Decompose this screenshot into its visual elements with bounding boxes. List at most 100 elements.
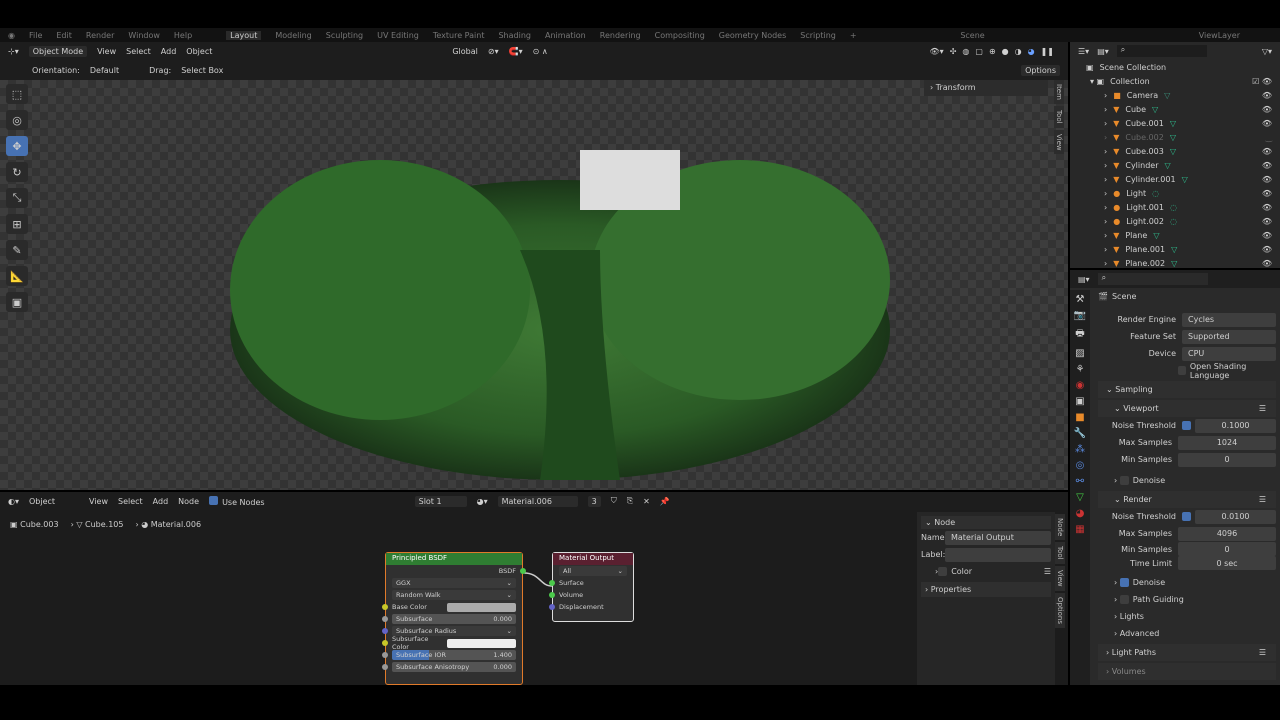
node-name-field[interactable]: Material Output [945,530,1051,545]
vp-noise-threshold-checkbox[interactable] [1182,421,1191,430]
outliner-item[interactable]: › ▼ Cylinder.001 ▽ 👁 [1070,172,1280,186]
display-mode-icon[interactable]: ☰▾ [1078,47,1089,56]
light-paths-panel[interactable]: › Light Paths ☰ [1098,644,1276,661]
outliner-item[interactable]: › ▼ Cylinder ▽ 👁 [1070,158,1280,172]
vp-min-samples-field[interactable]: 0 [1178,452,1276,467]
outliner-item[interactable]: › ● Light.001 ◌ 👁 [1070,200,1280,214]
outliner-item[interactable]: › ▼ Plane.001 ▽ 👁 [1070,242,1280,256]
expand-icon[interactable]: › [1104,259,1107,268]
outliner-item[interactable]: › ● Light.002 ◌ 👁 [1070,214,1280,228]
tab-view[interactable]: View [1055,565,1065,591]
expand-icon[interactable]: › [1104,161,1107,170]
filter-icon[interactable]: ▽▾ [1262,47,1272,56]
constraints-tab-icon[interactable]: ⚯ [1076,476,1084,487]
vp-noise-threshold-field[interactable]: 0.1000 [1195,418,1276,433]
expand-icon[interactable]: › [1104,105,1107,114]
properties-section[interactable]: › Properties [921,582,1051,597]
distribution-select[interactable]: GGX ⌄ [392,578,516,588]
material-tab-icon[interactable]: ◕ [1076,508,1085,519]
principled-bsdf-node[interactable]: Principled BSDF BSDF GGX ⌄ Random Walk ⌄ B… [382,552,526,685]
view-layer-tab-icon[interactable]: ▨ [1075,348,1084,359]
visibility-toggle-icon[interactable]: 👁 [1262,147,1272,156]
visibility-toggle-icon[interactable]: 👁 [1262,175,1272,184]
surface-socket[interactable] [549,580,555,586]
outliner-item[interactable]: › ■ Camera ▽ 👁 [1070,88,1280,102]
outliner-search[interactable]: ⌕ [1116,45,1207,57]
node-label-field[interactable] [945,547,1051,562]
scene-collection-row[interactable]: ▣ Scene Collection [1070,60,1280,74]
volumes-panel[interactable]: › Volumes [1098,663,1276,680]
outliner-item[interactable]: › ● Light ◌ 👁 [1070,186,1280,200]
visibility-toggle-icon[interactable]: 👁 [1262,91,1272,100]
outliner-item[interactable]: › ▼ Cube.003 ▽ 👁 [1070,144,1280,158]
outliner-item[interactable]: › ▼ Plane ▽ 👁 [1070,228,1280,242]
node-section-header[interactable]: ⌄ Node [921,516,1051,529]
path-guiding-panel[interactable]: › Path Guiding [1098,591,1276,608]
render-engine-select[interactable]: Cycles [1182,312,1276,327]
volume-socket[interactable] [549,592,555,598]
world-tab-icon[interactable]: ◉ [1076,380,1085,391]
visibility-toggle-icon[interactable]: 👁 [1262,245,1272,254]
feature-set-select[interactable]: Supported [1182,329,1276,344]
advanced-panel[interactable]: › Advanced [1098,625,1276,642]
visibility-toggle-icon[interactable]: 👁 [1262,161,1272,170]
displacement-socket[interactable] [549,604,555,610]
expand-icon[interactable]: › [1104,203,1107,212]
expand-icon[interactable]: › [1104,147,1107,156]
expand-icon[interactable]: › [1104,119,1107,128]
collection-tab-icon[interactable]: ▣ [1075,396,1084,407]
editor-type-icon[interactable]: ▤▾ [1078,275,1090,284]
visibility-toggle-icon[interactable]: 👁 [1262,119,1272,128]
r-noise-threshold-checkbox[interactable] [1182,512,1191,521]
expand-icon[interactable]: › [1104,231,1107,240]
r-min-samples-field[interactable]: 0 [1178,542,1276,556]
tab-tool[interactable]: Tool [1055,542,1065,564]
data-tab-icon[interactable]: ▽ [1076,492,1084,503]
render-subpanel[interactable]: ⌄ Render ☰ [1098,491,1276,508]
vp-max-samples-field[interactable]: 1024 [1178,435,1276,450]
base-color-swatch[interactable] [447,602,516,612]
outliner-item[interactable]: › ▼ Cube.001 ▽ 👁 [1070,116,1280,130]
device-select[interactable]: CPU [1182,346,1276,361]
lights-panel[interactable]: › Lights [1098,608,1276,625]
osl-checkbox[interactable]: Open Shading Language [1098,362,1276,380]
visibility-toggle-icon[interactable]: 👁 [1262,217,1272,226]
outliner-item[interactable]: › ▼ Cube.002 ▽ ‿ [1070,130,1280,144]
visibility-toggle-icon[interactable]: 👁 [1262,189,1272,198]
tool-tab-icon[interactable]: ⚒ [1076,294,1085,305]
object-tab-icon[interactable]: ■ [1075,412,1084,423]
viewport-subpanel[interactable]: ⌄ Viewport ☰ [1098,400,1276,417]
tab-node[interactable]: Node [1055,514,1065,541]
scene-tab-icon[interactable]: ⚘ [1076,364,1085,375]
collection-row[interactable]: ▾ ▣ Collection ☑ 👁 [1070,74,1280,88]
r-noise-threshold-field[interactable]: 0.0100 [1195,509,1276,524]
visibility-toggle-icon[interactable]: 👁 [1262,231,1272,240]
physics-tab-icon[interactable]: ◎ [1076,460,1085,471]
sampling-panel[interactable]: ⌄ Sampling [1098,381,1276,398]
expand-icon[interactable]: › [1104,217,1107,226]
particles-tab-icon[interactable]: ⁂ [1075,444,1085,455]
visibility-toggle-icon[interactable]: 👁 [1262,105,1272,114]
output-tab-icon[interactable]: 🖶 [1075,326,1084,343]
tab-options[interactable]: Options [1055,592,1065,628]
subsurface-method-select[interactable]: Random Walk ⌄ [392,590,516,600]
texture-tab-icon[interactable]: ▦ [1075,524,1084,535]
r-max-samples-field[interactable]: 4096 [1178,526,1276,541]
subsurface-color-swatch[interactable] [447,638,516,648]
modifier-tab-icon[interactable]: 🔧 [1074,428,1086,439]
expand-icon[interactable]: › [1104,91,1107,100]
outliner-item[interactable]: › ▼ Cube ▽ 👁 [1070,102,1280,116]
properties-search[interactable]: ⌕ [1097,273,1208,285]
expand-icon[interactable]: › [1104,245,1107,254]
vp-denoise-panel[interactable]: › Denoise [1098,472,1276,489]
subsurface-anisotropy-field[interactable]: Subsurface Anisotropy 0.000 [392,662,516,672]
outliner-item[interactable]: › ▼ Plane.002 ▽ 👁 [1070,256,1280,270]
output-target-select[interactable]: All ⌄ [559,566,627,576]
r-denoise-panel[interactable]: › Denoise [1098,574,1276,591]
visibility-toggle-icon[interactable]: ‿ [1266,133,1272,142]
subsurface-field[interactable]: Subsurface 0.000 [392,614,516,624]
material-output-node[interactable]: Material Output All ⌄ Surface Volume Disp… [549,552,634,622]
expand-icon[interactable]: › [1104,189,1107,198]
bsdf-socket[interactable] [520,568,526,574]
time-limit-field[interactable]: 0 sec [1178,556,1276,570]
